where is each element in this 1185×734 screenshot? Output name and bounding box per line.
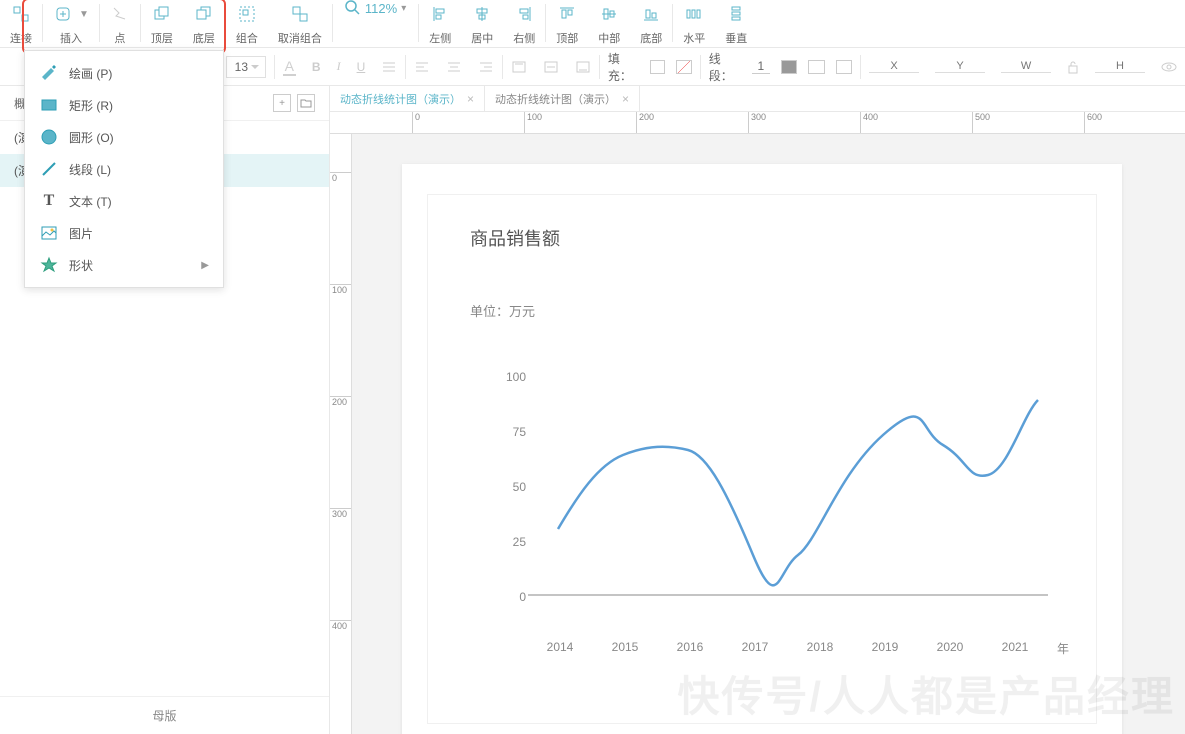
dropdown-item-rect[interactable]: 矩形 (R): [25, 89, 223, 121]
toolbar-insert[interactable]: ▼ 插入: [43, 0, 99, 48]
dropdown-item-image[interactable]: 图片: [25, 217, 223, 249]
chart-card[interactable]: 商品销售额 单位：万元 100 75 50 25 0 2014 2015 201…: [427, 194, 1097, 724]
pen-icon: [39, 63, 59, 83]
chevron-down-icon: ▾: [401, 3, 406, 14]
align-right-icon: [514, 4, 534, 24]
close-icon[interactable]: ×: [467, 92, 474, 106]
line-label: 线段：: [709, 50, 741, 84]
distribute-h-icon: [684, 4, 704, 24]
align-center-text-button[interactable]: [438, 60, 470, 74]
insert-icon: [53, 4, 73, 24]
valign-top-button[interactable]: [503, 60, 535, 74]
align-top-icon: [557, 4, 577, 24]
valign-middle-button[interactable]: [535, 60, 567, 74]
toolbar-align-center[interactable]: 居中: [461, 0, 503, 48]
master-page-button[interactable]: 母版: [0, 696, 329, 734]
bring-front-icon: [152, 4, 172, 24]
design-page[interactable]: 商品销售额 单位：万元 100 75 50 25 0 2014 2015 201…: [402, 164, 1122, 734]
chart-title: 商品销售额: [428, 195, 1096, 251]
valign-bottom-button[interactable]: [567, 60, 599, 74]
dropdown-item-shape[interactable]: 形状▶: [25, 249, 223, 281]
toolbar-bottomlayer[interactable]: 底层: [183, 0, 225, 48]
document-tab[interactable]: 动态折线统计图（演示）×: [485, 86, 640, 111]
underline-button[interactable]: U: [349, 60, 374, 74]
close-icon[interactable]: ×: [622, 92, 629, 106]
circle-icon: [39, 127, 59, 147]
dropdown-item-pen[interactable]: 绘画 (P): [25, 57, 223, 89]
dropdown-item-circle[interactable]: 圆形 (O): [25, 121, 223, 153]
main-toolbar: 连接 ▼ 插入 点 顶层 底层 组合 取消组合 112%▾ 左侧 居中 右侧 顶…: [0, 0, 1185, 48]
dropdown-item-line[interactable]: 线段 (L): [25, 153, 223, 185]
line-icon: [39, 159, 59, 179]
image-icon: [39, 223, 59, 243]
bold-button[interactable]: B: [304, 60, 329, 74]
visibility-button[interactable]: [1153, 61, 1185, 73]
toolbar-align-left[interactable]: 左侧: [419, 0, 461, 48]
toolbar-align-middle[interactable]: 中部: [588, 0, 630, 48]
group-icon: [237, 4, 257, 24]
ungroup-icon: [290, 4, 310, 24]
fill-label: 填充：: [608, 50, 638, 84]
align-bottom-icon: [641, 4, 661, 24]
connect-icon: [11, 4, 31, 24]
point-icon: [110, 4, 130, 24]
toolbar-align-bottom[interactable]: 底部: [630, 0, 672, 48]
toolbar-group[interactable]: 组合: [226, 0, 268, 48]
toolbar-align-top[interactable]: 顶部: [546, 0, 588, 48]
star-icon: [39, 255, 59, 275]
toolbar-connect[interactable]: 连接: [0, 0, 42, 48]
distribute-v-icon: [726, 4, 746, 24]
toolbar-ungroup[interactable]: 取消组合: [268, 0, 332, 48]
list-button[interactable]: [373, 60, 405, 74]
line-color-button[interactable]: [781, 60, 797, 74]
font-color-button[interactable]: A: [275, 58, 304, 76]
align-left-icon: [430, 4, 450, 24]
x-input[interactable]: [869, 60, 919, 73]
fill-none-button[interactable]: [676, 60, 691, 74]
add-page-button[interactable]: +: [273, 94, 291, 112]
line-arrow-button[interactable]: [836, 60, 852, 74]
folder-icon: [300, 98, 312, 108]
insert-dropdown: 绘画 (P) 矩形 (R) 圆形 (O) 线段 (L) T文本 (T) 图片 形…: [24, 50, 224, 288]
align-middle-icon: [599, 4, 619, 24]
toolbar-dist-h[interactable]: 水平: [673, 0, 715, 48]
canvas-area[interactable]: 动态折线统计图（演示）× 动态折线统计图（演示）× 0 100 200 300 …: [330, 86, 1185, 734]
document-tabs: 动态折线统计图（演示）× 动态折线统计图（演示）×: [330, 86, 1185, 112]
send-back-icon: [194, 4, 214, 24]
fontsize-select[interactable]: 13: [226, 56, 266, 78]
rect-icon: [39, 95, 59, 115]
w-input[interactable]: [1001, 60, 1051, 73]
align-right-text-button[interactable]: [470, 60, 502, 74]
eye-icon: [1161, 61, 1177, 73]
zoom-control[interactable]: 112%▾: [333, 0, 418, 16]
text-icon: T: [39, 191, 59, 211]
toolbar-toplayer[interactable]: 顶层: [141, 0, 183, 48]
line-chart: [468, 355, 1068, 615]
italic-button[interactable]: I: [329, 59, 349, 74]
lock-icon: [1067, 60, 1079, 74]
h-input[interactable]: [1095, 60, 1145, 73]
chart-subtitle: 单位：万元: [428, 251, 1096, 320]
align-center-icon: [472, 4, 492, 24]
toolbar-align-right[interactable]: 右侧: [503, 0, 545, 48]
toolbar-point[interactable]: 点: [100, 0, 140, 48]
toolbar-dist-v[interactable]: 垂直: [715, 0, 757, 48]
document-tab[interactable]: 动态折线统计图（演示）×: [330, 86, 485, 111]
dropdown-item-text[interactable]: T文本 (T): [25, 185, 223, 217]
lock-button[interactable]: [1059, 60, 1087, 74]
line-weight-input[interactable]: 1: [752, 59, 770, 74]
y-input[interactable]: [935, 60, 985, 73]
chevron-right-icon: ▶: [201, 260, 209, 271]
horizontal-ruler: 0 100 200 300 400 500 600: [330, 112, 1185, 134]
fill-color-button[interactable]: [650, 60, 665, 74]
add-folder-button[interactable]: [297, 94, 315, 112]
vertical-ruler: 0 100 200 300 400: [330, 134, 352, 734]
chevron-down-icon: ▼: [79, 9, 89, 20]
search-icon: [345, 0, 361, 16]
align-left-text-button[interactable]: [406, 60, 438, 74]
line-style-button[interactable]: [808, 60, 824, 74]
